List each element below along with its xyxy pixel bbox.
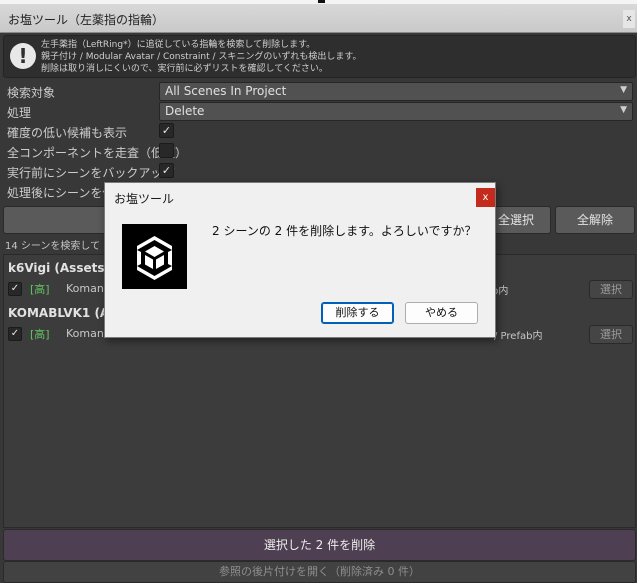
item-select-button[interactable]: 選択 [589, 280, 633, 299]
dialog-title: お塩ツール [114, 192, 175, 206]
confidence-badge: [高] [30, 283, 50, 296]
confidence-badge: [高] [30, 328, 50, 341]
window-close-icon[interactable]: x [623, 10, 635, 28]
unity-logo-icon [122, 224, 187, 289]
help-box: ! 左手薬指（LeftRing*）に追従している指輪を検索して削除します。 親子… [3, 35, 636, 78]
show-low-row: 確度の低い候補も表示 ✓ [3, 121, 634, 140]
scan-all-checkbox[interactable] [159, 143, 174, 158]
item-location: / Prefab内 [494, 331, 543, 342]
scene-group-header: KOMABLVK1 (As [8, 306, 117, 320]
dialog-close-button[interactable]: x [476, 188, 495, 207]
process-value: Delete [165, 104, 205, 118]
item-checkbox[interactable]: ✓ [8, 282, 22, 296]
backup-row: 実行前にシーンをバックアップ ✓ [3, 161, 634, 180]
open-cleanup-button[interactable]: 参照の後片付けを開く（削除済み 0 件） [3, 561, 636, 583]
confirm-dialog: お塩ツール x 2 シーンの 2 件を削除します。よろしいですか？ 削除する や… [104, 182, 496, 338]
search-target-row: 検索対象 All Scenes In Project ▼ [3, 81, 634, 101]
chevron-down-icon: ▼ [620, 85, 627, 95]
deselect-all-button[interactable]: 全解除 [555, 206, 635, 234]
process-row: 処理 Delete ▼ [3, 101, 634, 121]
help-line: 左手薬指（LeftRing*）に追従している指輪を検索して削除します。 [41, 40, 316, 50]
process-dropdown[interactable]: Delete ▼ [159, 102, 633, 121]
top-notch [318, 0, 325, 3]
item-select-button[interactable]: 選択 [589, 325, 633, 344]
item-name: Koman [66, 282, 104, 295]
process-label: 処理 [7, 106, 32, 120]
dialog-message: 2 シーンの 2 件を削除します。よろしいですか？ [212, 224, 477, 238]
search-target-dropdown[interactable]: All Scenes In Project ▼ [159, 82, 633, 101]
help-line: 削除は取り消しにくいので、実行前に必ずリストを確認してください。 [41, 64, 328, 74]
show-low-label: 確度の低い候補も表示 [7, 126, 128, 140]
item-name: Koman [66, 327, 104, 340]
chevron-down-icon: ▼ [620, 105, 627, 115]
window-title: お塩ツール（左薬指の指輪） [8, 13, 165, 27]
confirm-delete-button[interactable]: 削除する [321, 302, 394, 324]
help-text: 左手薬指（LeftRing*）に追従している指輪を検索して削除します。 親子付け… [41, 39, 362, 75]
search-target-value: All Scenes In Project [165, 84, 287, 98]
backup-checkbox[interactable]: ✓ [159, 163, 174, 178]
scan-all-row: 全コンポーネントを走査（低速） [3, 141, 634, 160]
window-titlebar[interactable]: お塩ツール（左薬指の指輪） x [0, 4, 637, 33]
search-target-label: 検索対象 [7, 86, 56, 100]
delete-selected-button[interactable]: 選択した 2 件を削除 [3, 529, 636, 561]
help-line: 親子付け / Modular Avatar / Constraint / スキニ… [41, 52, 362, 62]
backup-label: 実行前にシーンをバックアップ [7, 166, 175, 180]
item-checkbox[interactable]: ✓ [8, 327, 22, 341]
exclamation-icon: ! [10, 43, 36, 69]
cancel-button[interactable]: やめる [405, 302, 478, 324]
scene-group-header: k6Vigi (Assets/ [8, 261, 109, 275]
show-low-checkbox[interactable]: ✓ [159, 123, 174, 138]
